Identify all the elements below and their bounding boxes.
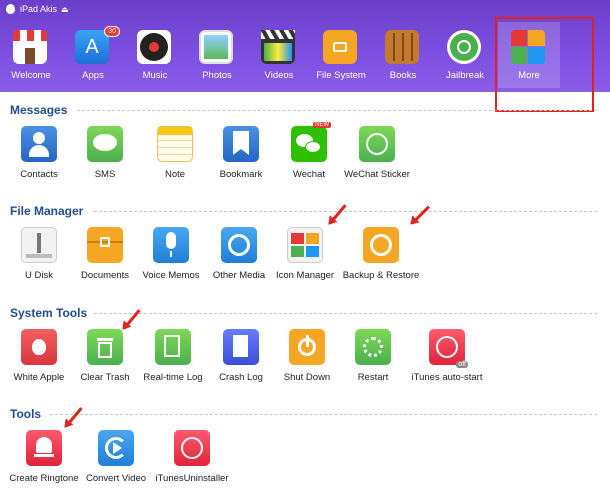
convert-video-icon [98, 430, 134, 466]
app-store-icon: A [75, 30, 109, 64]
new-badge: NEW [313, 122, 331, 128]
device-titlebar[interactable]: iPad Akis ⏏ [0, 0, 610, 18]
toolbar-books[interactable]: Books [372, 22, 434, 86]
toolbar-photos[interactable]: Photos [186, 22, 248, 86]
toolbar-music[interactable]: Music [124, 22, 186, 86]
jailbreak-icon [447, 30, 481, 64]
crash-log-icon [223, 329, 259, 365]
section-divider [94, 313, 597, 314]
contacts-icon [21, 126, 57, 162]
section-title-tools: Tools [10, 407, 42, 421]
toolbar-apps[interactable]: A 30 Apps [62, 22, 124, 86]
clapperboard-icon [261, 30, 295, 64]
quicktime-icon [221, 227, 257, 263]
photos-icon [199, 30, 233, 64]
toolbar-file-system[interactable]: File System [310, 22, 372, 86]
trash-icon [87, 329, 123, 365]
books-icon [385, 30, 419, 64]
itunes-icon: off [429, 329, 468, 368]
item-label: Backup & Restore [342, 270, 420, 281]
section-title-messages: Messages [10, 103, 68, 117]
white-apple-icon [21, 329, 57, 365]
device-name: iPad Akis [20, 4, 58, 14]
item-icon-manager[interactable]: Icon Manager [266, 227, 344, 289]
section-divider [94, 211, 597, 212]
item-label: iTunesUninstaller [155, 473, 229, 484]
item-restart[interactable]: Restart [334, 329, 412, 391]
restart-spinner-icon [355, 329, 391, 365]
toolbar-videos[interactable]: Videos [248, 22, 310, 86]
bookmark-icon [223, 126, 259, 162]
highlight-box [495, 17, 594, 112]
section-divider [50, 414, 597, 415]
notepad-icon [157, 126, 193, 162]
toolbar-label: File System [316, 70, 366, 81]
item-backup-restore[interactable]: Backup & Restore [342, 227, 420, 289]
item-label: WeChat Sticker [344, 169, 410, 180]
folder-icon [323, 30, 357, 64]
documents-folder-icon [87, 227, 123, 263]
icon-manager-icon [287, 227, 323, 263]
toolbar-label: Videos [264, 70, 294, 81]
toolbar-welcome[interactable]: Welcome [0, 22, 62, 86]
itunes-uninstall-icon [174, 430, 210, 466]
toolbar-label: Books [389, 70, 417, 81]
apps-count-badge: 30 [104, 26, 120, 37]
section-divider [77, 110, 597, 111]
smiley-icon [359, 126, 395, 162]
annotation-arrow [64, 407, 83, 428]
backup-clock-icon [363, 227, 399, 263]
section-title-system-tools: System Tools [10, 306, 88, 320]
toolbar-label: Music [142, 70, 168, 81]
microphone-icon [153, 227, 189, 263]
item-itunes-uninstaller[interactable]: iTunesUninstaller [153, 430, 231, 492]
wechat-icon: NEW [291, 122, 331, 162]
item-itunes-auto-start[interactable]: off iTunes auto-start [408, 329, 486, 391]
off-badge: off [456, 361, 468, 368]
annotation-arrow [328, 204, 347, 225]
power-icon [289, 329, 325, 365]
toolbar-label: Jailbreak [445, 70, 485, 81]
section-title-file-manager: File Manager [10, 204, 84, 218]
music-disc-icon [137, 30, 171, 64]
store-icon [13, 30, 47, 64]
item-convert-video[interactable]: Convert Video [77, 430, 155, 492]
toolbar-jailbreak[interactable]: Jailbreak [434, 22, 496, 86]
annotation-arrow [410, 205, 431, 225]
toolbar-label: Photos [202, 70, 232, 81]
toolbar-label: Welcome [11, 70, 51, 81]
item-wechat-sticker[interactable]: WeChat Sticker [338, 126, 416, 188]
chat-bubble-icon [87, 126, 123, 162]
apple-icon [6, 4, 15, 14]
eject-icon[interactable]: ⏏ [61, 5, 69, 14]
bell-icon [26, 430, 62, 466]
item-label: iTunes auto-start [411, 372, 483, 383]
toolbar-label: Apps [82, 70, 104, 81]
log-icon [155, 329, 191, 365]
usb-disk-icon [21, 227, 57, 263]
